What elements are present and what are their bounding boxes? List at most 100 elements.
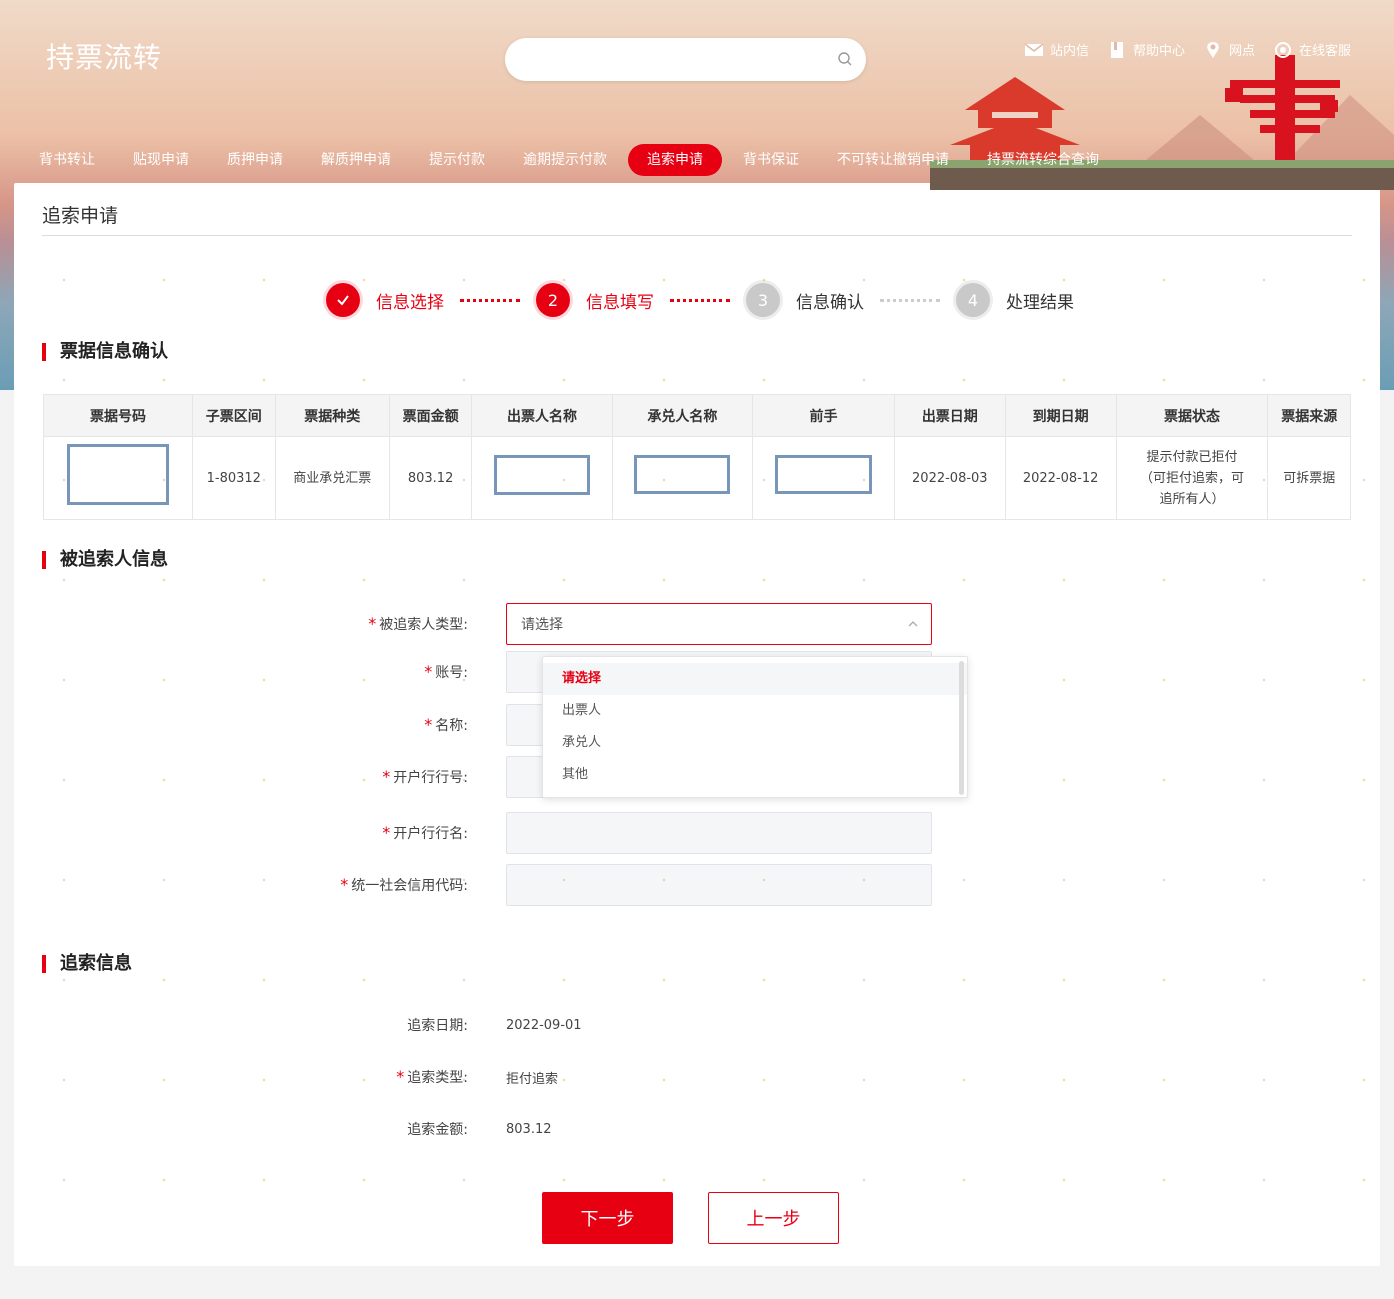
col-bill-no: 票据号码 [42, 394, 194, 437]
nav-pledge[interactable]: 质押申请 [208, 144, 302, 176]
field-recourse-amount-label: 追索金额: [407, 1122, 468, 1138]
bank-name-field[interactable] [506, 812, 932, 854]
stepper: 信息选择 2 信息填写 3 信息确认 4 处理结果 [326, 283, 1074, 317]
required-mark: * [368, 614, 377, 633]
cell-source: 可拆票据 [1267, 436, 1351, 520]
nav-recourse[interactable]: 追索申请 [628, 144, 722, 176]
book-icon [1111, 41, 1124, 58]
dropdown-option[interactable]: 请选择 [543, 663, 967, 695]
label-text: 名称: [435, 718, 468, 734]
toplink-messages[interactable]: 站内信 [1024, 40, 1089, 59]
chevron-up-icon [908, 621, 918, 627]
nav-unpledge[interactable]: 解质押申请 [302, 144, 410, 176]
required-mark: * [424, 715, 433, 734]
cell-drawer [471, 436, 613, 520]
mail-icon [1024, 42, 1044, 56]
bill-table: 票据号码 子票区间 票据种类 票面金额 出票人名称 承兑人名称 前手 出票日期 … [42, 394, 1351, 520]
map-pin-icon [1207, 41, 1219, 58]
section-bill-info: 票据信息确认 [42, 341, 168, 363]
field-name-label: * 名称: [14, 715, 506, 735]
col-status: 票据状态 [1115, 394, 1269, 437]
col-sub-range: 子票区间 [192, 394, 276, 437]
dropdown-option[interactable]: 其他 [543, 759, 967, 791]
field-recourse-kind: * 追索类型: 拒付追索 [14, 1067, 558, 1087]
dropdown-scrollbar[interactable] [959, 661, 964, 795]
title-divider [42, 235, 1352, 236]
dropdown-option[interactable]: 承兑人 [543, 727, 967, 759]
cell-acceptor [611, 436, 754, 520]
toplink-help[interactable]: 帮助中心 [1107, 40, 1185, 59]
search-input[interactable] [505, 38, 866, 81]
toplink-service-label: 在线客服 [1299, 44, 1352, 59]
next-step-button[interactable]: 下一步 [542, 1192, 673, 1244]
required-mark: * [340, 875, 349, 894]
nav-overdue-payment[interactable]: 逾期提示付款 [504, 144, 626, 176]
nav-endorse-transfer[interactable]: 背书转让 [20, 144, 114, 176]
label-text: 追索类型: [407, 1070, 468, 1086]
recourse-amount-value: 803.12 [506, 1121, 552, 1137]
required-mark: * [396, 1067, 405, 1086]
toplink-branches-label: 网点 [1229, 44, 1256, 59]
nav-endorse-guarantee[interactable]: 背书保证 [724, 144, 818, 176]
prev-step-button[interactable]: 上一步 [708, 1192, 839, 1244]
select-value: 请选择 [521, 617, 563, 633]
field-recourse-type-label: * 被追索人类型: [14, 614, 506, 634]
step-connector [670, 298, 730, 302]
app-logo: 持票流转 [46, 41, 163, 74]
label-text: 开户行行名: [393, 826, 468, 842]
step-connector [460, 298, 520, 302]
label-text: 被追索人类型: [379, 617, 468, 633]
cell-status: 提示付款已拒付（可拒付追索，可追所有人） [1115, 436, 1269, 520]
step-1-label: 信息选择 [376, 292, 444, 313]
col-drawer: 出票人名称 [471, 394, 613, 437]
cell-issue-date: 2022-08-03 [893, 436, 1006, 520]
nav-discount[interactable]: 贴现申请 [114, 144, 208, 176]
nav-combined-query[interactable]: 持票流转综合查询 [968, 144, 1118, 176]
field-credit-code-label: * 统一社会信用代码: [14, 875, 506, 895]
toplink-branches[interactable]: 网点 [1203, 40, 1255, 59]
col-bill-type: 票据种类 [274, 394, 390, 437]
section-recourse-info: 追索信息 [42, 953, 132, 975]
toplink-messages-label: 站内信 [1050, 44, 1090, 59]
label-text: 账号: [435, 665, 468, 681]
page-title: 追索申请 [42, 205, 119, 227]
nav-payment-prompt[interactable]: 提示付款 [410, 144, 504, 176]
dropdown-option[interactable]: 出票人 [543, 695, 967, 727]
col-source: 票据来源 [1267, 394, 1351, 437]
cell-due-date: 2022-08-12 [1004, 436, 1117, 520]
toplink-help-label: 帮助中心 [1133, 44, 1186, 59]
status-text: 提示付款已拒付（可拒付追索，可追所有人） [1139, 449, 1244, 507]
table-row: 1-80312 商业承兑汇票 803.12 2022-08-03 2022-08… [42, 436, 1351, 520]
check-icon [337, 295, 349, 306]
credit-code-field[interactable] [506, 864, 932, 906]
col-issue-date: 出票日期 [893, 394, 1006, 437]
top-links: 站内信 帮助中心 网点 在线客服 [1024, 40, 1351, 59]
section-recourse-party: 被追索人信息 [42, 549, 168, 571]
main-nav: 背书转让 贴现申请 质押申请 解质押申请 提示付款 逾期提示付款 追索申请 背书… [20, 144, 1118, 176]
label-text: 统一社会信用代码: [351, 878, 468, 894]
field-bank-name: * 开户行行名: [14, 812, 932, 854]
step-2-circle: 2 [536, 283, 570, 317]
field-recourse-kind-label: * 追索类型: [14, 1067, 506, 1087]
cell-prior-holder [752, 436, 895, 520]
label-text: 开户行行号: [393, 770, 468, 786]
step-2-label: 信息填写 [586, 292, 654, 313]
cell-bill-type: 商业承兑汇票 [274, 436, 390, 520]
step-4-label: 处理结果 [1006, 292, 1074, 313]
search-icon[interactable] [838, 52, 852, 66]
field-bank-no-label: * 开户行行号: [14, 767, 506, 787]
required-mark: * [382, 767, 391, 786]
recourse-date-value: 2022-09-01 [506, 1017, 582, 1033]
cell-amount: 803.12 [388, 436, 473, 520]
field-account-label: * 账号: [14, 662, 506, 682]
step-4-circle: 4 [956, 283, 990, 317]
field-credit-code: * 统一社会信用代码: [14, 864, 932, 906]
step-3-circle: 3 [746, 283, 780, 317]
redacted-box [775, 455, 873, 494]
field-recourse-type: * 被追索人类型: 请选择 [14, 603, 932, 645]
nav-revoke-nontransferable[interactable]: 不可转让撤销申请 [818, 144, 968, 176]
field-recourse-amount: 追索金额: 803.12 [14, 1119, 552, 1139]
toplink-service[interactable]: 在线客服 [1273, 40, 1351, 59]
redacted-box [67, 444, 170, 505]
recourse-type-select[interactable]: 请选择 [506, 603, 932, 645]
